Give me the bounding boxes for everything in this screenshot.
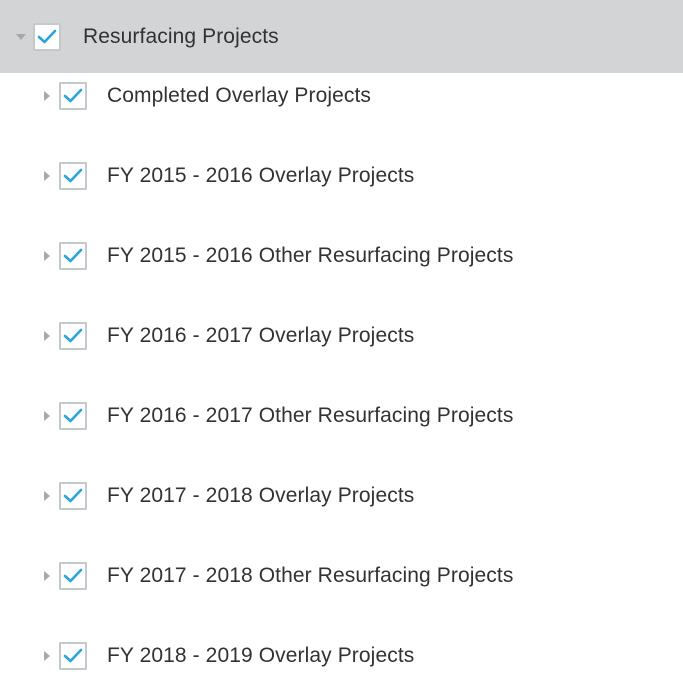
- caret-right-icon[interactable]: [40, 409, 54, 423]
- caret-right-icon[interactable]: [40, 649, 54, 663]
- layer-checkbox[interactable]: [59, 402, 87, 430]
- caret-right-icon[interactable]: [40, 329, 54, 343]
- layer-label[interactable]: FY 2017 - 2018 Overlay Projects: [107, 484, 414, 508]
- layer-checkbox[interactable]: [33, 22, 61, 51]
- checkmark-icon: [63, 88, 83, 103]
- layer-row[interactable]: FY 2016 - 2017 Other Resurfacing Project…: [0, 396, 683, 436]
- caret-right-icon[interactable]: [40, 89, 54, 103]
- layer-row[interactable]: FY 2015 - 2016 Other Resurfacing Project…: [0, 236, 683, 276]
- layer-row[interactable]: FY 2017 - 2018 Other Resurfacing Project…: [0, 556, 683, 596]
- checkmark-icon: [63, 168, 83, 183]
- layer-label[interactable]: Resurfacing Projects: [83, 25, 279, 49]
- checkmark-icon: [63, 568, 83, 583]
- caret-down-icon[interactable]: [14, 30, 28, 44]
- layer-checkbox[interactable]: [59, 482, 87, 510]
- layer-row[interactable]: FY 2016 - 2017 Overlay Projects: [0, 316, 683, 356]
- layer-checkbox[interactable]: [59, 162, 87, 190]
- layer-row[interactable]: FY 2015 - 2016 Overlay Projects: [0, 156, 683, 196]
- layer-label[interactable]: FY 2015 - 2016 Overlay Projects: [107, 164, 414, 188]
- layer-row[interactable]: Completed Overlay Projects: [0, 76, 683, 116]
- layer-row[interactable]: FY 2018 - 2019 Overlay Projects: [0, 636, 683, 676]
- checkmark-icon: [63, 248, 83, 263]
- layer-checkbox[interactable]: [59, 642, 87, 670]
- layer-label[interactable]: FY 2016 - 2017 Overlay Projects: [107, 324, 414, 348]
- caret-right-icon[interactable]: [40, 489, 54, 503]
- checkmark-icon: [63, 328, 83, 343]
- checkmark-icon: [37, 29, 57, 43]
- caret-right-icon[interactable]: [40, 249, 54, 263]
- caret-right-icon[interactable]: [40, 169, 54, 183]
- layer-label[interactable]: FY 2018 - 2019 Overlay Projects: [107, 644, 414, 668]
- layer-checkbox[interactable]: [59, 562, 87, 590]
- layer-label[interactable]: FY 2017 - 2018 Other Resurfacing Project…: [107, 564, 513, 588]
- checkmark-icon: [63, 408, 83, 423]
- layer-label[interactable]: FY 2016 - 2017 Other Resurfacing Project…: [107, 404, 513, 428]
- layer-row[interactable]: FY 2017 - 2018 Overlay Projects: [0, 476, 683, 516]
- layer-list: Resurfacing Projects Completed Overlay P…: [0, 0, 683, 688]
- layer-checkbox[interactable]: [59, 322, 87, 350]
- checkmark-icon: [63, 648, 83, 663]
- layer-checkbox[interactable]: [59, 242, 87, 270]
- layer-label[interactable]: Completed Overlay Projects: [107, 84, 371, 108]
- checkmark-icon: [63, 488, 83, 503]
- caret-right-icon[interactable]: [40, 569, 54, 583]
- layer-row-resurfacing-projects[interactable]: Resurfacing Projects: [0, 0, 683, 73]
- layer-label[interactable]: FY 2015 - 2016 Other Resurfacing Project…: [107, 244, 513, 268]
- layer-checkbox[interactable]: [59, 82, 87, 110]
